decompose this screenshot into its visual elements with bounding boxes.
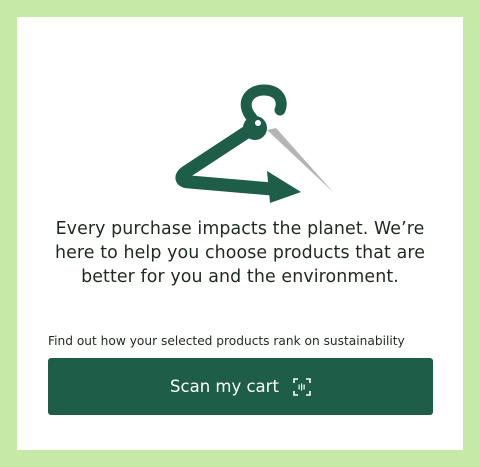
logo-arrow-head [267, 171, 301, 203]
barcode-scan-icon [293, 377, 311, 396]
scan-button-label: Scan my cart [170, 377, 279, 396]
subtext: Find out how your selected products rank… [48, 334, 405, 348]
logo-hook [240, 84, 287, 124]
scan-my-cart-button[interactable]: Scan my cart [48, 358, 433, 415]
logo-knob [243, 116, 267, 140]
sustainability-card: Every purchase impacts the planet. We’re… [17, 17, 463, 450]
headline: Every purchase impacts the planet. We’re… [55, 219, 425, 287]
hanger-arrow-icon [175, 84, 334, 203]
logo-knob-highlight [255, 120, 261, 126]
